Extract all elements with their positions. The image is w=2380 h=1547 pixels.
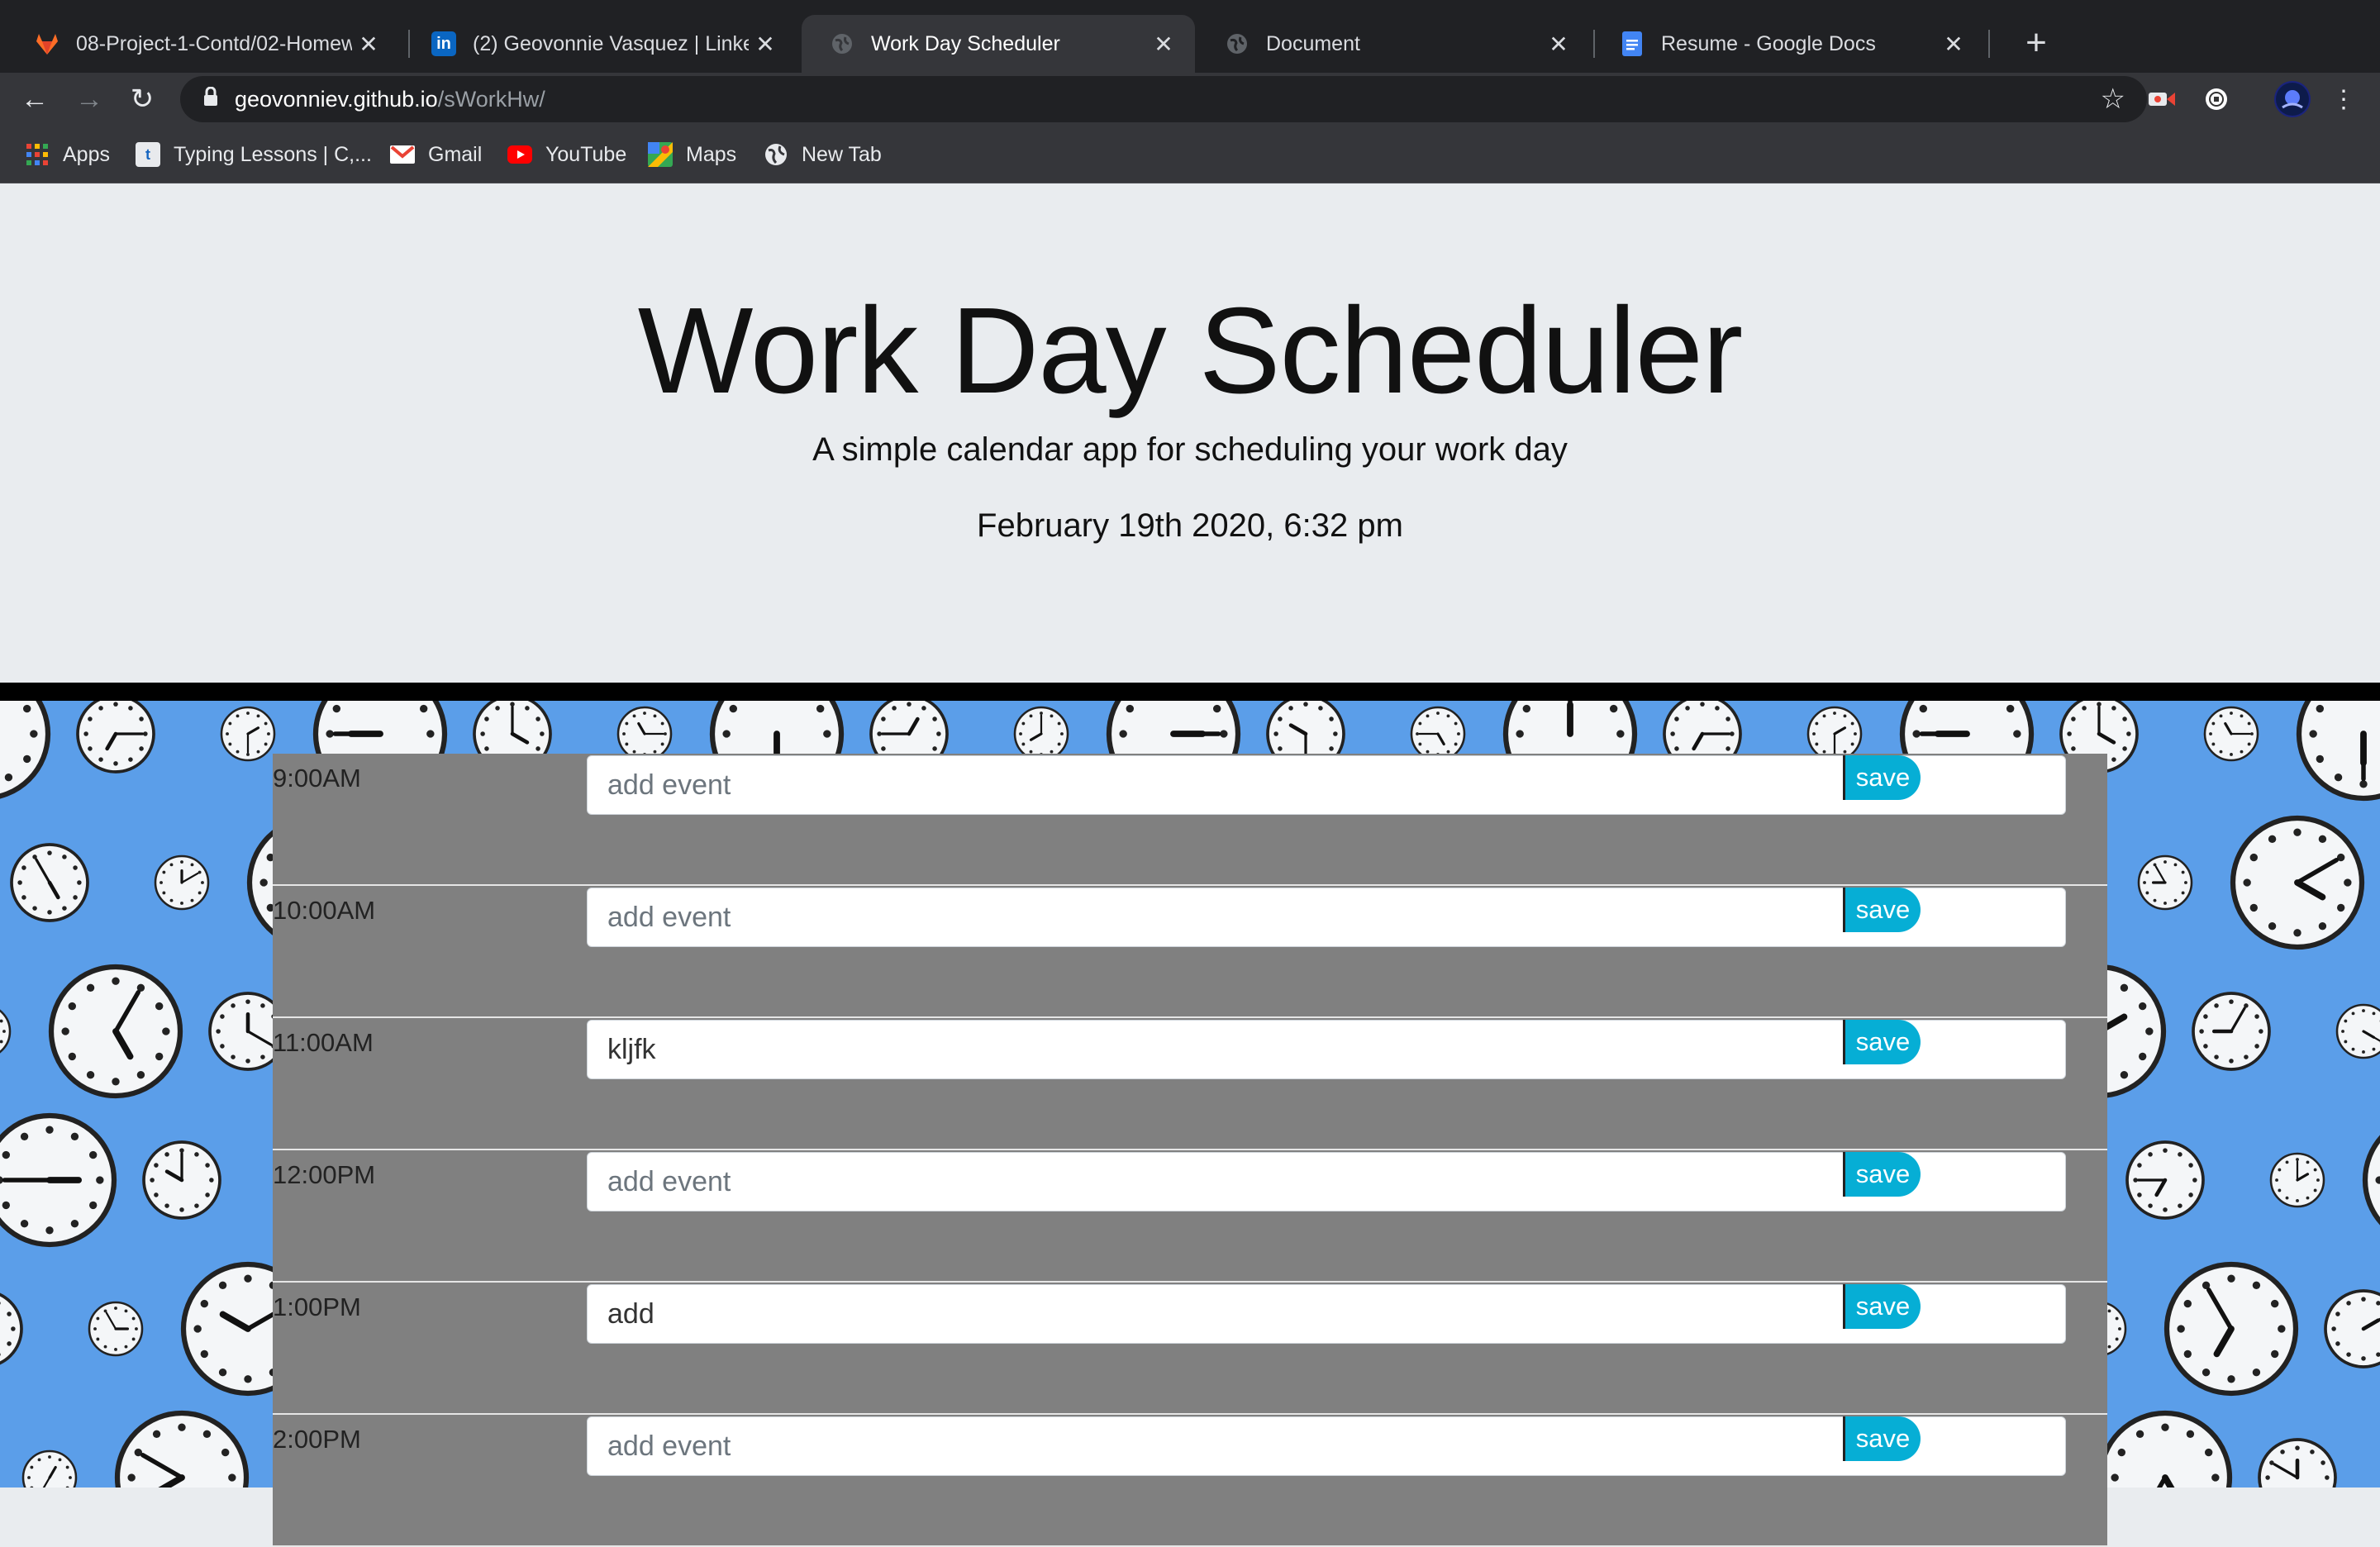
save-button[interactable]: save	[1843, 888, 1921, 932]
time-block-row: 11:00AM save	[273, 1018, 2107, 1150]
save-button[interactable]: save	[1843, 1284, 1921, 1329]
globe-icon	[1225, 31, 1250, 56]
linkedin-icon: in	[431, 31, 456, 56]
page-subtitle: A simple calendar app for scheduling you…	[0, 431, 2380, 469]
close-icon[interactable]: ✕	[1542, 31, 1575, 58]
bookmark-label: Maps	[686, 143, 736, 167]
hour-label: 9:00AM	[273, 764, 361, 793]
save-button[interactable]: save	[1843, 755, 1921, 800]
bookmark-gmail[interactable]: Gmail	[390, 139, 482, 170]
youtube-icon	[507, 142, 532, 167]
google-docs-icon	[1620, 31, 1645, 56]
hour-label: 1:00PM	[273, 1292, 361, 1322]
save-button[interactable]: save	[1843, 1152, 1921, 1197]
bookmark-new-tab[interactable]: New Tab	[764, 139, 882, 170]
bookmark-apps[interactable]: Apps	[25, 139, 110, 170]
globe-icon	[764, 142, 788, 167]
bookmark-label: Typing Lessons | C,...	[174, 143, 372, 167]
jumbotron-header: Work Day Scheduler A simple calendar app…	[0, 183, 2380, 683]
current-date-time: February 19th 2020, 6:32 pm	[0, 507, 2380, 545]
extension-icon[interactable]	[2144, 81, 2180, 117]
hour-label: 12:00PM	[273, 1160, 375, 1190]
maps-icon	[648, 142, 673, 167]
bookmark-star-icon[interactable]: ☆	[2101, 83, 2125, 116]
browser-toolbar: ← → ↻ geovonniev.github.io/sWorkHw/ ☆ ⋮	[0, 73, 2380, 126]
back-arrow-icon[interactable]: ←	[13, 78, 56, 121]
gitlab-icon	[35, 31, 60, 56]
address-bar[interactable]: geovonniev.github.io/sWorkHw/ ☆	[180, 76, 2147, 122]
bookmark-maps[interactable]: Maps	[648, 139, 736, 170]
close-icon[interactable]: ✕	[1147, 31, 1180, 58]
time-block-container: 9:00AM save 10:00AM save 11:00AM save 12…	[273, 754, 2107, 1547]
save-button[interactable]: save	[1843, 1020, 1921, 1064]
bookmark-label: Apps	[63, 143, 110, 167]
avatar[interactable]	[2274, 81, 2311, 117]
url-path: /sWorkHw/	[438, 87, 545, 112]
time-block-row: 12:00PM save	[273, 1150, 2107, 1283]
browser-tab[interactable]: 08-Project-1-Contd/02-Homework ✕	[7, 15, 400, 73]
globe-icon	[830, 31, 854, 56]
bookmark-youtube[interactable]: YouTube	[507, 139, 626, 170]
close-icon[interactable]: ✕	[352, 31, 385, 58]
browser-tab[interactable]: Resume - Google Docs ✕	[1592, 15, 1985, 73]
bookmark-label: New Tab	[802, 143, 882, 167]
close-icon[interactable]: ✕	[1937, 31, 1970, 58]
close-icon[interactable]: ✕	[749, 31, 782, 58]
bookmarks-bar: Apps t Typing Lessons | C,... Gmail YouT…	[0, 126, 2380, 183]
bookmark-typing-lessons[interactable]: t Typing Lessons | C,...	[136, 139, 372, 170]
time-block-row: 1:00PM save	[273, 1283, 2107, 1415]
hour-label: 10:00AM	[273, 896, 375, 926]
browser-tab-active[interactable]: Work Day Scheduler ✕	[802, 15, 1195, 73]
tab-title: Work Day Scheduler	[871, 32, 1147, 56]
time-block-row: 9:00AM save	[273, 754, 2107, 886]
tab-title: (2) Geovonnie Vasquez | LinkedIn	[473, 32, 749, 56]
tab-title: Document	[1266, 32, 1542, 56]
tab-title: Resume - Google Docs	[1661, 32, 1937, 56]
page-title: Work Day Scheduler	[0, 281, 2380, 421]
apps-grid-icon	[25, 142, 50, 167]
url-host: geovonniev.github.io	[235, 87, 438, 112]
header-divider	[0, 683, 2380, 701]
hour-label: 2:00PM	[273, 1425, 361, 1454]
extension-icon[interactable]	[2198, 81, 2235, 117]
browser-tab-strip: 08-Project-1-Contd/02-Homework ✕ in (2) …	[0, 0, 2380, 73]
tab-title: 08-Project-1-Contd/02-Homework	[76, 32, 352, 56]
time-block-row: 10:00AM save	[273, 886, 2107, 1018]
hour-label: 11:00AM	[273, 1028, 374, 1058]
bookmark-label: YouTube	[545, 143, 626, 167]
time-block-row: 2:00PM save	[273, 1415, 2107, 1547]
browser-tab[interactable]: Document ✕	[1197, 15, 1590, 73]
bookmark-label: Gmail	[428, 143, 482, 167]
gmail-icon	[390, 142, 415, 167]
lock-icon	[203, 87, 218, 112]
tab-divider	[1988, 30, 1990, 58]
typing-icon: t	[136, 142, 160, 167]
browser-tab[interactable]: in (2) Geovonnie Vasquez | LinkedIn ✕	[403, 15, 797, 73]
menu-dots-icon[interactable]: ⋮	[2322, 78, 2365, 121]
new-tab-button[interactable]: +	[2013, 20, 2059, 66]
save-button[interactable]: save	[1843, 1416, 1921, 1461]
forward-arrow-icon[interactable]: →	[68, 78, 111, 121]
reload-icon[interactable]: ↻	[121, 78, 164, 121]
